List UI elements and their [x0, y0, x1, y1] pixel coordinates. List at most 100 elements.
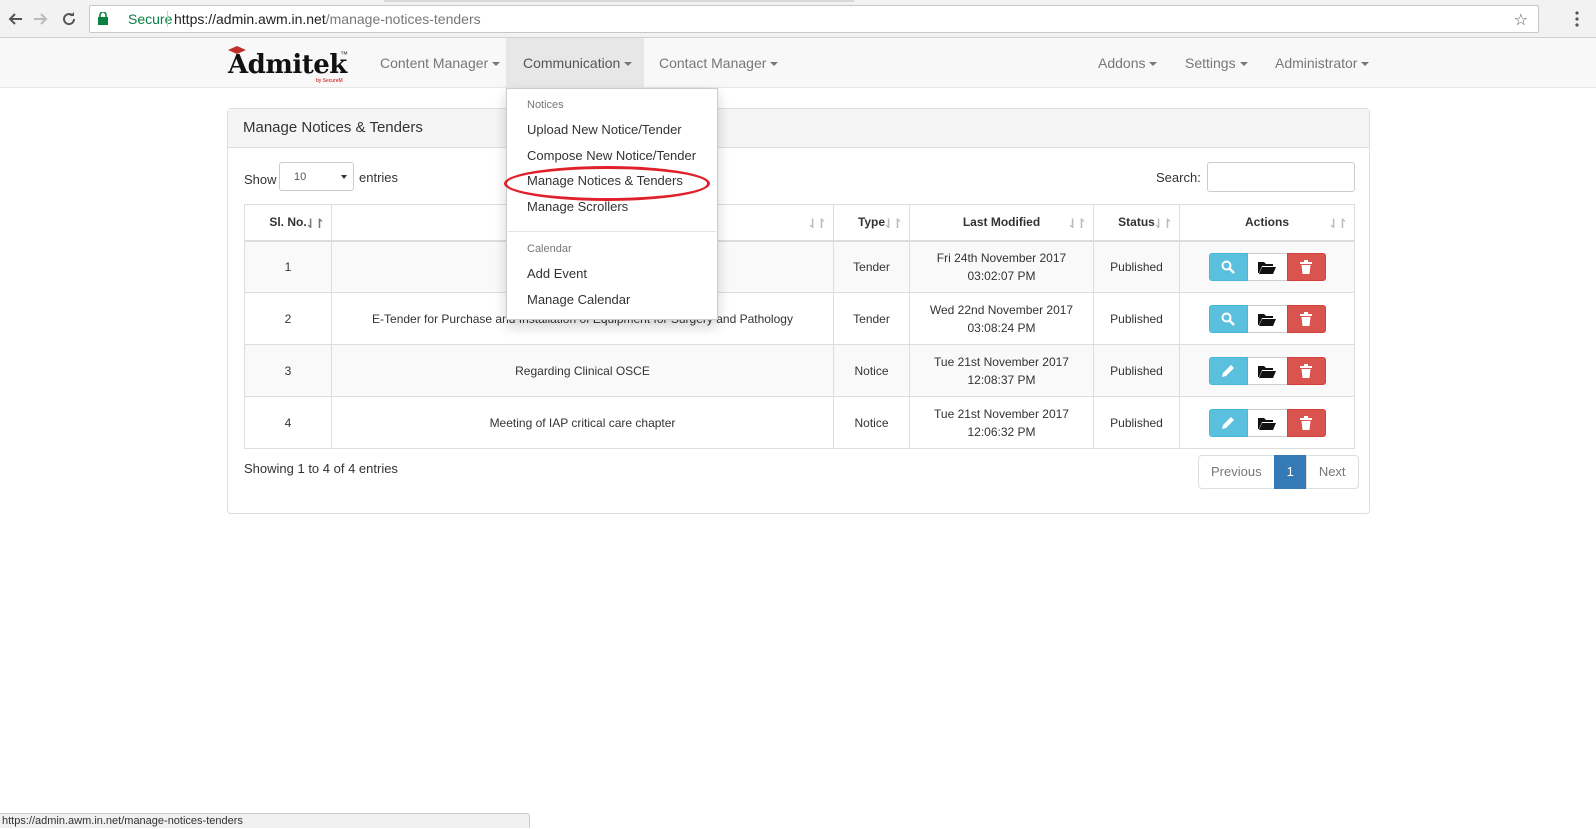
menu-item-upload-notice[interactable]: Upload New Notice/Tender — [527, 122, 682, 137]
nav-label: Communication — [523, 55, 621, 71]
header-label: Actions — [1244, 215, 1289, 230]
sort-icon: ⇃↾ — [1153, 216, 1173, 231]
header-label: Type — [857, 215, 886, 230]
search-input[interactable] — [1207, 162, 1355, 192]
reload-icon[interactable] — [59, 9, 79, 29]
header-label: Status — [1118, 215, 1155, 230]
nav-label: Addons — [1098, 55, 1146, 71]
header-label: Last Modified — [962, 215, 1041, 230]
col-header-actions[interactable]: Actions ⇃↾ — [1179, 204, 1355, 242]
browser-menu-icon[interactable] — [1573, 9, 1581, 29]
trash-icon — [1300, 311, 1312, 326]
forward-arrow-icon[interactable] — [31, 9, 51, 29]
time-text: 03:02:07 PM — [967, 268, 1036, 283]
view-button[interactable] — [1208, 252, 1248, 281]
entries-length-select[interactable]: 10 — [279, 162, 354, 191]
cell-actions — [1179, 240, 1355, 293]
archive-button[interactable] — [1247, 408, 1287, 437]
folder-open-icon — [1258, 365, 1276, 378]
folder-open-icon — [1258, 417, 1276, 430]
cell-title: Meeting of IAP critical care chapter — [331, 396, 834, 449]
cell-last-modified: Tue 21st November 2017 12:08:37 PM — [909, 344, 1094, 397]
nav-addons[interactable]: Addons — [1098, 38, 1158, 88]
sort-asc-icon: ⇃↾ — [305, 216, 325, 231]
delete-button[interactable] — [1286, 356, 1326, 385]
brand-name: Admitek — [228, 50, 347, 80]
link-status-bar: https://admin.awm.in.net/manage-notices-… — [0, 813, 530, 828]
col-header-slno[interactable]: Sl. No. ⇃↾ — [244, 204, 332, 242]
dropdown-divider — [508, 231, 716, 232]
browser-toolbar: Secure https://admin.awm.in.net/manage-n… — [0, 0, 1596, 38]
bookmark-star-icon[interactable]: ☆ — [1514, 10, 1528, 30]
date-text: Tue 21st November 2017 — [934, 406, 1069, 421]
time-text: 03:08:24 PM — [967, 320, 1036, 335]
brand-logo[interactable]: Admitek ™ by SecureM — [228, 46, 348, 84]
pagination-page-1[interactable]: 1 — [1273, 455, 1307, 489]
nav-administrator[interactable]: Administrator — [1275, 38, 1370, 88]
date-text: Wed 22nd November 2017 — [929, 302, 1074, 317]
pencil-icon — [1222, 364, 1234, 377]
notices-panel: Manage Notices & Tenders Show 10 entries… — [227, 108, 1370, 514]
nav-contact-manager[interactable]: Contact Manager — [659, 38, 779, 88]
col-header-last-modified[interactable]: Last Modified ⇃↾ — [909, 204, 1094, 242]
select-arrow-icon — [341, 175, 347, 179]
menu-item-compose-notice[interactable]: Compose New Notice/Tender — [527, 148, 696, 163]
url-host: https://admin.awm.in.net — [174, 11, 326, 27]
archive-button[interactable] — [1247, 304, 1287, 333]
nav-label: Contact Manager — [659, 55, 767, 71]
dropdown-header-notices: Notices — [527, 99, 564, 111]
delete-button[interactable] — [1286, 304, 1326, 333]
cell-slno: 1 — [244, 240, 332, 293]
pagination: Previous 1 Next — [1198, 455, 1359, 489]
date-text: Tue 21st November 2017 — [934, 354, 1069, 369]
caret-down-icon — [1239, 62, 1248, 67]
cell-slno: 2 — [244, 292, 332, 345]
table-row: 1 invitatio Tender Fri 24th November 201… — [244, 240, 1355, 293]
brand-tagline: by SecureM — [316, 78, 343, 84]
communication-dropdown: Notices Upload New Notice/Tender Compose… — [506, 88, 718, 320]
pencil-icon — [1222, 416, 1234, 429]
app-navbar: Admitek ™ by SecureM Content Manager Com… — [0, 38, 1596, 88]
lock-icon — [98, 11, 108, 28]
trash-icon — [1300, 363, 1312, 378]
entries-length-value: 10 — [294, 171, 307, 183]
trash-icon — [1300, 415, 1312, 430]
col-header-status[interactable]: Status ⇃↾ — [1093, 204, 1180, 242]
menu-item-add-event[interactable]: Add Event — [527, 266, 587, 281]
cell-slno: 4 — [244, 396, 332, 449]
time-text: 12:08:37 PM — [967, 372, 1036, 387]
pagination-next[interactable]: Next — [1305, 455, 1359, 489]
edit-button[interactable] — [1208, 408, 1248, 437]
delete-button[interactable] — [1286, 408, 1326, 437]
col-header-type[interactable]: Type ⇃↾ — [833, 204, 910, 242]
cell-actions — [1179, 292, 1355, 345]
search-label: Search: — [1156, 170, 1201, 185]
cell-last-modified: Wed 22nd November 2017 03:08:24 PM — [909, 292, 1094, 345]
date-text: Fri 24th November 2017 — [936, 250, 1067, 265]
nav-content-manager[interactable]: Content Manager — [378, 38, 502, 88]
pagination-previous[interactable]: Previous — [1198, 455, 1275, 489]
delete-button[interactable] — [1286, 252, 1326, 281]
cell-status: Published — [1093, 292, 1180, 345]
archive-button[interactable] — [1247, 356, 1287, 385]
cell-last-modified: Tue 21st November 2017 12:06:32 PM — [909, 396, 1094, 449]
notices-table: Sl. No. ⇃↾ ⇃↾ Type ⇃↾ Last Modified ⇃↾ Stat… — [244, 204, 1355, 449]
menu-item-manage-calendar[interactable]: Manage Calendar — [527, 292, 630, 307]
url-text[interactable]: https://admin.awm.in.net/manage-notices-… — [174, 11, 481, 27]
table-row: 3 Regarding Clinical OSCE Notice Tue 21s… — [244, 344, 1355, 397]
cell-type: Notice — [833, 396, 910, 449]
address-bar[interactable]: Secure https://admin.awm.in.net/manage-n… — [89, 5, 1539, 33]
tab-strip — [384, 0, 854, 2]
cell-last-modified: Fri 24th November 2017 03:02:07 PM — [909, 240, 1094, 293]
back-arrow-icon[interactable] — [5, 9, 25, 29]
folder-open-icon — [1258, 313, 1276, 326]
caret-down-icon — [770, 62, 779, 67]
sort-icon: ⇃↾ — [883, 216, 903, 231]
nav-communication[interactable]: Communication — [506, 38, 644, 88]
edit-button[interactable] — [1208, 356, 1248, 385]
nav-settings[interactable]: Settings — [1185, 38, 1248, 88]
view-button[interactable] — [1208, 304, 1248, 333]
entries-label: entries — [359, 170, 399, 185]
archive-button[interactable] — [1247, 252, 1287, 281]
menu-item-manage-scrollers[interactable]: Manage Scrollers — [527, 199, 628, 214]
